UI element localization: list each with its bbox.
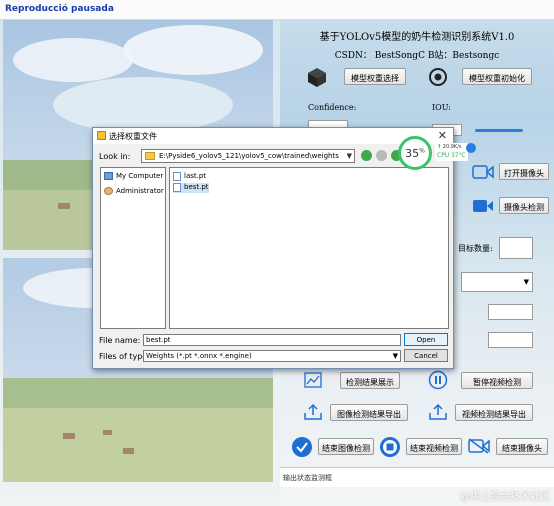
computer-icon	[104, 172, 113, 180]
current-path: E:\Pyside6_yolov5_121\yolov5_cow\trained…	[159, 152, 339, 160]
camera-filled-icon	[473, 200, 493, 212]
author-info: CSDN： BestSongC B站：Bestsongc	[334, 51, 500, 61]
position-field-2	[488, 332, 533, 348]
iou-label: IOU:	[432, 103, 451, 112]
sidebar-item-label: Administrator	[116, 187, 164, 195]
chevron-down-icon: ▼	[346, 152, 352, 160]
file-dialog: 选择权重文件 ✕ Look in: E:\Pyside6_yolov5_121\…	[92, 127, 454, 369]
folder-icon	[145, 152, 155, 160]
status-monitor: 输出状态监测框	[280, 467, 554, 487]
cpu-temp: CPU 37℃	[437, 152, 466, 159]
end-image-detect-button[interactable]: 结束图像检测	[318, 438, 374, 455]
file-item-last[interactable]: last.pt	[173, 172, 206, 182]
model-init-button[interactable]: 模型权重初始化	[462, 68, 532, 85]
iou-slider[interactable]	[475, 129, 523, 132]
look-in-combo[interactable]: E:\Pyside6_yolov5_121\yolov5_cow\trained…	[141, 149, 355, 163]
position-field-1	[488, 304, 533, 320]
status-placeholder: 输出状态监测框	[283, 474, 332, 482]
window-title: Reproducció pausada	[5, 4, 114, 14]
dialog-titlebar: 选择权重文件 ✕	[93, 128, 453, 144]
dialog-title: 选择权重文件	[109, 132, 157, 141]
file-item-best[interactable]: best.pt	[173, 183, 209, 193]
file-icon	[173, 183, 181, 192]
export-video-results-button[interactable]: 视频检测结果导出	[455, 404, 533, 421]
file-type-value: Weights (*.pt *.onnx *.engine)	[146, 352, 252, 360]
show-results-button[interactable]: 检测结果展示	[340, 372, 400, 389]
watermark: @稀土掘金技术社区	[460, 492, 550, 503]
file-list: last.pt best.pt	[169, 167, 449, 329]
cube-icon	[308, 68, 326, 87]
chart-icon	[304, 372, 322, 388]
sidebar-item-label: My Computer	[116, 172, 164, 180]
file-icon	[173, 172, 181, 181]
export-image-results-button[interactable]: 图像检测结果导出	[330, 404, 408, 421]
pause-video-button[interactable]: 暂停视频检测	[461, 372, 533, 389]
open-button[interactable]: Open	[404, 333, 448, 346]
end-video-detect-button[interactable]: 结束视频检测	[406, 438, 462, 455]
check-circle-icon	[292, 437, 312, 457]
camera-off-icon	[468, 438, 490, 454]
open-camera-button[interactable]: 打开摄像头	[499, 163, 549, 180]
chevron-down-icon: ▼	[392, 352, 398, 360]
user-icon	[104, 187, 113, 195]
cpu-percent: 35%	[405, 147, 425, 160]
cpu-usage-ring: 35%	[398, 136, 432, 170]
target-count-label: 目标数量:	[458, 244, 493, 253]
sidebar-item-administrator[interactable]: Administrator	[104, 187, 164, 195]
speed-boost-icon[interactable]	[466, 143, 476, 153]
back-icon[interactable]	[361, 150, 372, 161]
cpu-info: ↑ 20.9K/s CPU 37℃	[435, 143, 468, 161]
end-camera-button[interactable]: 结束摄像头	[496, 438, 548, 455]
gear-icon	[429, 68, 447, 86]
camera-detect-button[interactable]: 摄像头检测	[499, 197, 549, 214]
target-count-display	[499, 237, 533, 259]
upload-icon	[429, 403, 447, 420]
upload-icon	[304, 403, 322, 420]
cancel-button[interactable]: Cancel	[404, 349, 448, 362]
model-select-button[interactable]: 模型权重选择	[344, 68, 406, 85]
file-name: last.pt	[184, 172, 207, 180]
file-name: best.pt	[184, 183, 209, 191]
sidebar-item-computer[interactable]: My Computer	[104, 172, 163, 180]
chevron-down-icon: ▼	[523, 278, 529, 286]
look-in-label: Look in:	[99, 152, 131, 161]
stop-circle-icon	[380, 437, 400, 457]
app-heading: 基于YOLOv5模型的奶牛检测识别系统V1.0	[319, 32, 515, 43]
file-name-input[interactable]: best.pt	[143, 334, 401, 346]
file-name-label: File name:	[99, 336, 141, 345]
folder-icon	[97, 131, 106, 140]
camera-outline-icon	[472, 165, 494, 179]
pause-icon	[428, 370, 448, 390]
net-speed: ↑ 20.9K/s	[437, 144, 462, 150]
forward-icon[interactable]	[376, 150, 387, 161]
target-select[interactable]: ▼	[461, 272, 533, 292]
window-titlebar: Reproducció pausada	[0, 0, 554, 20]
confidence-label: Confidence:	[308, 103, 357, 112]
close-icon[interactable]: ✕	[438, 129, 447, 142]
places-sidebar: My Computer Administrator	[100, 167, 166, 329]
file-type-select[interactable]: Weights (*.pt *.onnx *.engine) ▼	[143, 350, 401, 362]
